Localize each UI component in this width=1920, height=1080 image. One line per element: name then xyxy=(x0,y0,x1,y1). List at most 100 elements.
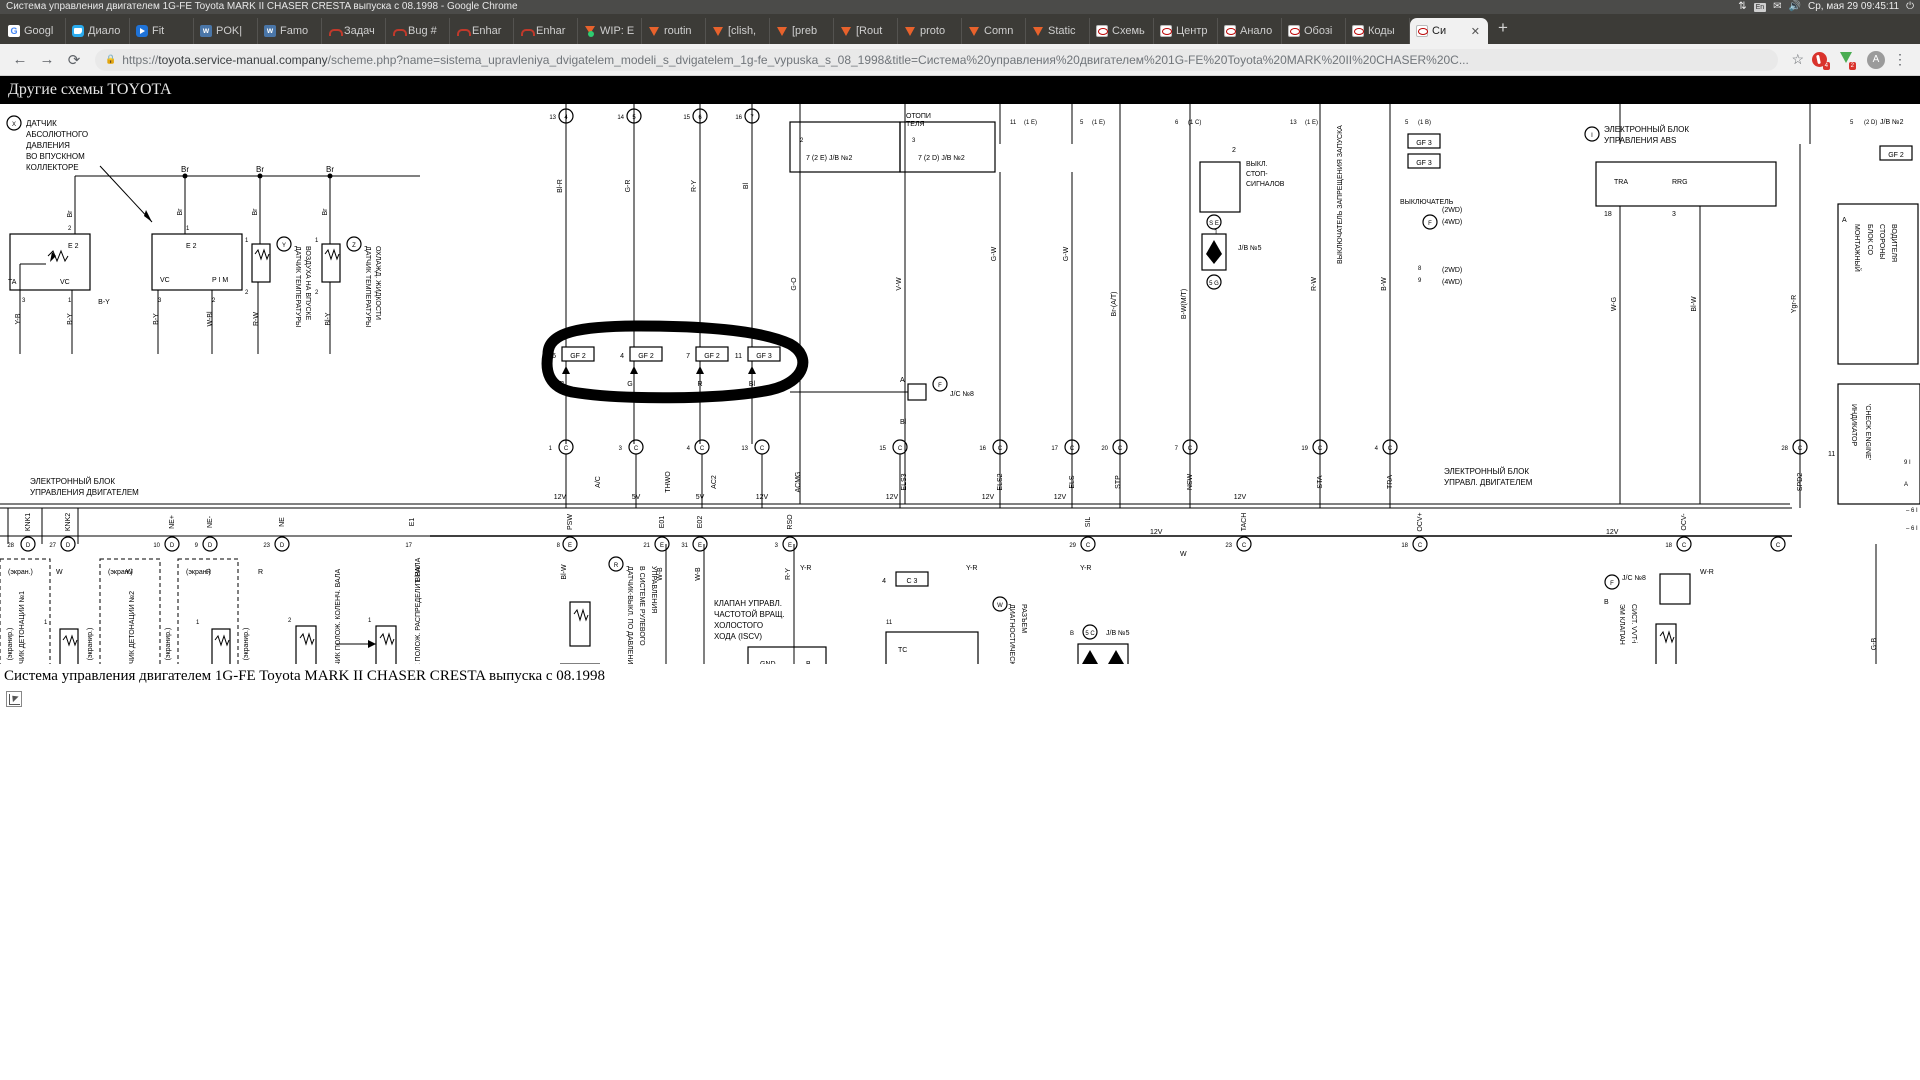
svg-text:Ygr-R: Ygr-R xyxy=(1791,295,1798,313)
svg-text:W-Bl: W-Bl xyxy=(207,311,214,326)
svg-text:C: C xyxy=(700,446,705,452)
browser-tab[interactable]: proto xyxy=(898,18,962,44)
svg-text:ДАТЧИК: ДАТЧИК xyxy=(26,119,57,128)
network-icon[interactable]: ⇅ xyxy=(1738,0,1746,14)
svg-text:Br: Br xyxy=(181,165,189,174)
other-schemes-banner[interactable]: Другие схемы TOYOTA xyxy=(0,76,1920,104)
browser-tab[interactable]: Схемь xyxy=(1090,18,1154,44)
clock[interactable]: Ср, мая 29 09:45:11 xyxy=(1808,0,1899,14)
svg-text:(1 E): (1 E) xyxy=(1092,120,1105,126)
svg-text:12V: 12V xyxy=(886,494,899,501)
svg-text:C: C xyxy=(760,446,765,452)
browser-tab[interactable]: Задач xyxy=(322,18,386,44)
avatar[interactable]: A xyxy=(1867,50,1885,69)
download-extension-icon[interactable]: 2 xyxy=(1836,50,1856,70)
browser-tab[interactable]: [Rout xyxy=(834,18,898,44)
browser-tab[interactable]: Fit xyxy=(130,18,194,44)
tab-label: Обозі xyxy=(1304,25,1333,37)
svg-text:ЭЛЕКТРОННЫЙ БЛОК: ЭЛЕКТРОННЫЙ БЛОК xyxy=(30,477,115,486)
browser-tab[interactable]: Enhar xyxy=(450,18,514,44)
volume-icon[interactable]: 🔊 xyxy=(1789,0,1801,14)
new-tab-button[interactable]: + xyxy=(1488,15,1518,44)
bookmark-star-icon[interactable]: ☆ xyxy=(1791,51,1804,68)
svg-text:(4WD): (4WD) xyxy=(1442,279,1462,286)
browser-tab[interactable]: Googl xyxy=(2,18,66,44)
browser-tab[interactable]: POK| xyxy=(194,18,258,44)
svg-text:Y-R: Y-R xyxy=(966,565,977,572)
url-host: toyota.service-manual.company xyxy=(158,52,328,67)
svg-text:C: C xyxy=(1242,543,1247,549)
svg-text:SIL: SIL xyxy=(1085,517,1092,528)
browser-tab[interactable]: Обозі xyxy=(1282,18,1346,44)
browser-tab[interactable]: Анало xyxy=(1218,18,1282,44)
browser-tab[interactable]: routin xyxy=(642,18,706,44)
wip-icon xyxy=(584,25,596,37)
svg-text:УПРАВЛЕНИЯ: УПРАВЛЕНИЯ xyxy=(650,566,657,613)
keyboard-layout-indicator[interactable]: En xyxy=(1753,2,1767,12)
svg-text:ДАТЧИК ТЕМПЕРАТУРЫ: ДАТЧИК ТЕМПЕРАТУРЫ xyxy=(364,246,371,327)
svg-text:23: 23 xyxy=(1225,543,1232,549)
svg-text:E1: E1 xyxy=(409,518,416,527)
browser-tab[interactable]: Enhar xyxy=(514,18,578,44)
svg-text:J/B №5: J/B №5 xyxy=(1238,245,1262,252)
svg-text:B-Y: B-Y xyxy=(153,313,160,325)
browser-tab[interactable]: [preb xyxy=(770,18,834,44)
svg-text:VC: VC xyxy=(160,277,170,284)
svg-text:A: A xyxy=(1842,217,1847,224)
browser-tab[interactable]: Центр xyxy=(1154,18,1218,44)
adblock-badge: 4 xyxy=(1822,61,1830,70)
svg-text:A: A xyxy=(1904,482,1908,488)
svg-text:РАЗЪЕМ: РАЗЪЕМ xyxy=(1020,604,1027,633)
browser-tab[interactable]: Си ✕ xyxy=(1410,18,1488,44)
svg-text:KNK2: KNK2 xyxy=(65,513,72,531)
svg-text:СТОРОНЫ: СТОРОНЫ xyxy=(1878,224,1885,259)
svg-text:W: W xyxy=(997,603,1003,609)
svg-text:C: C xyxy=(1418,543,1423,549)
browser-tab[interactable]: Static xyxy=(1026,18,1090,44)
svg-text:A: A xyxy=(900,377,905,384)
svg-text:E: E xyxy=(568,543,572,549)
browser-tab[interactable]: Коды xyxy=(1346,18,1410,44)
browser-tab[interactable]: Bug # xyxy=(386,18,450,44)
svg-text:СИГНАЛОВ: СИГНАЛОВ xyxy=(1246,181,1285,188)
chrome-menu-icon[interactable]: ⋮ xyxy=(1888,51,1912,68)
back-button[interactable]: ← xyxy=(8,48,32,72)
svg-text:KNK1: KNK1 xyxy=(25,513,32,531)
reload-button[interactable]: ⟳ xyxy=(62,48,86,72)
tab-label: Си xyxy=(1432,25,1447,37)
svg-text:(1 C): (1 C) xyxy=(1188,120,1201,126)
svg-text:OCV-: OCV- xyxy=(1681,513,1688,531)
svg-text:ЭМ КЛАПАН: ЭМ КЛАПАН xyxy=(1618,604,1625,645)
gitlab-icon xyxy=(1032,25,1044,37)
svg-text:AC2: AC2 xyxy=(711,475,718,489)
adblock-extension-icon[interactable]: 4 xyxy=(1810,50,1830,70)
address-bar[interactable]: 🔒 https://toyota.service-manual.company/… xyxy=(95,48,1779,71)
svg-text:Y-R: Y-R xyxy=(1080,565,1091,572)
connector-group-top: GF 2 GF 2 GF 2 GF 3 6 4 7 11 Bl-R G-R R-… xyxy=(552,179,781,444)
svg-text:GF 3: GF 3 xyxy=(1416,140,1432,147)
svg-text:G-O: G-O xyxy=(791,277,798,291)
browser-tab[interactable]: Comn xyxy=(962,18,1026,44)
resize-handle-icon[interactable] xyxy=(6,691,22,707)
browser-tab[interactable]: Диало xyxy=(66,18,130,44)
browser-tab[interactable]: [clish, xyxy=(706,18,770,44)
power-icon[interactable]: ⏻ xyxy=(1906,0,1914,14)
svg-text:W: W xyxy=(126,569,133,576)
svg-text:Bl-R: Bl-R xyxy=(557,179,564,193)
svg-text:6: 6 xyxy=(698,115,702,121)
svg-text:28: 28 xyxy=(7,543,14,549)
svg-text:3: 3 xyxy=(1672,211,1676,218)
browser-tab[interactable]: WIP: E xyxy=(578,18,642,44)
svg-text:ВОЗДУХА НА ВПУСКЕ: ВОЗДУХА НА ВПУСКЕ xyxy=(304,246,311,321)
svg-text:Bl: Bl xyxy=(749,381,756,388)
svg-text:GF 3: GF 3 xyxy=(756,353,772,360)
wiring-diagram-svg: 4 5 6 7 13 14 15 16 2 7 (2 E) J/B №2 3 7… xyxy=(0,104,1920,664)
mail-icon[interactable]: ✉ xyxy=(1773,0,1781,14)
forward-button[interactable]: → xyxy=(35,48,59,72)
tab-close-icon[interactable]: ✕ xyxy=(1469,25,1482,38)
tab-label: proto xyxy=(920,25,946,37)
svg-text:2: 2 xyxy=(212,298,216,304)
wiring-diagram[interactable]: 4 5 6 7 13 14 15 16 2 7 (2 E) J/B №2 3 7… xyxy=(0,104,1920,664)
browser-tab[interactable]: Famo xyxy=(258,18,322,44)
svg-text:21: 21 xyxy=(643,543,650,549)
